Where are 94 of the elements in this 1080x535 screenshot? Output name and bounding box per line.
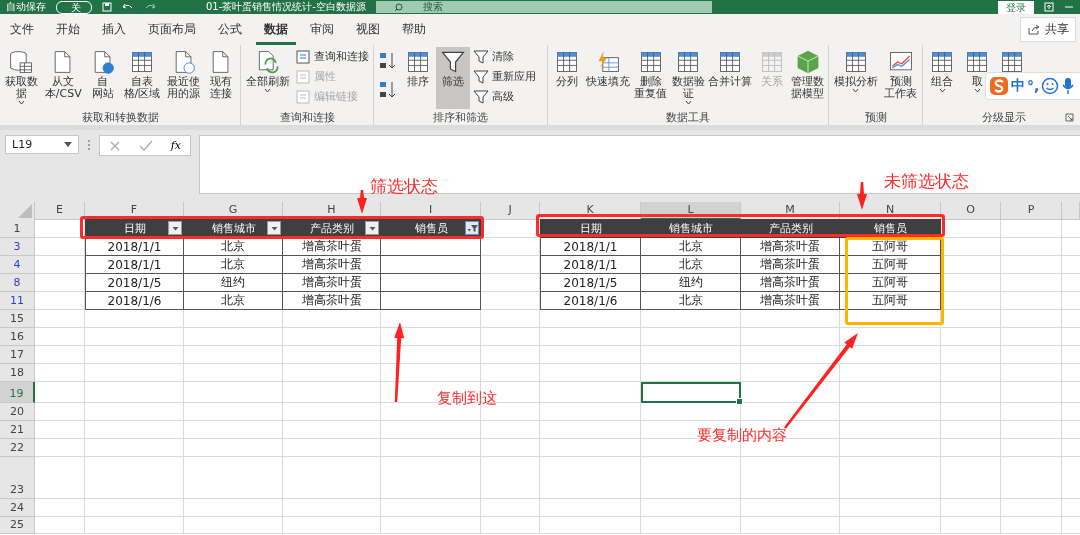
ribbon-command[interactable]: 重新应用 (471, 67, 538, 86)
ribbon-command[interactable]: 清除 (471, 47, 538, 66)
share-button[interactable]: 共享 (1020, 17, 1076, 42)
ribbon-command[interactable]: 预测 工作表 (881, 47, 920, 109)
table-cell: 2018/1/6 (85, 292, 184, 310)
annotation-label: 复制到这 (437, 389, 497, 408)
ribbon-command[interactable]: 最近使 用的源 (164, 47, 203, 109)
ribbon-command[interactable]: 排序 (401, 47, 435, 109)
ribbon-tab[interactable]: 视图 (348, 14, 388, 45)
ribbon-command[interactable]: 合并计算 (707, 47, 754, 109)
ribbon-command[interactable]: 数据验 证 (669, 47, 707, 109)
table-cell: 增高茶叶蛋 (741, 292, 840, 310)
annotation-label: 未筛选状态 (884, 170, 969, 193)
ribbon-command[interactable]: 查询和连接 (293, 47, 371, 66)
row-number[interactable]: 4 (0, 256, 35, 274)
row-number[interactable]: 11 (0, 292, 35, 310)
table-cell: 2018/1/1 (85, 256, 184, 274)
search-field[interactable]: 搜索 (375, 1, 712, 13)
ribbon-command[interactable]: 自表 格/区域 (120, 47, 164, 109)
group-label: 获取和转换数据 (81, 110, 159, 125)
ribbon-tab[interactable]: 页面布局 (140, 14, 204, 45)
table-cell: 北京 (641, 238, 741, 256)
ribbon-command[interactable]: 自 网站 (85, 47, 120, 109)
table-cell: 增高茶叶蛋 (741, 238, 840, 256)
autosave-toggle[interactable]: 关 (56, 0, 92, 14)
ribbon-tab[interactable]: 公式 (210, 14, 250, 45)
ribbon-command[interactable]: 现有 连接 (204, 47, 238, 109)
row-number[interactable]: 3 (0, 238, 35, 256)
row-number[interactable]: 18 (0, 364, 35, 382)
annotation-label: 筛选状态 (370, 175, 438, 198)
group-label: 分级显示 (982, 110, 1026, 125)
ribbon-command[interactable]: 管理数 据模型 (789, 47, 826, 109)
group-label: 数据工具 (666, 110, 710, 125)
table-cell: 五阿哥 (840, 256, 941, 274)
ribbon-command[interactable]: 组合 (925, 47, 959, 109)
ribbon-command[interactable]: 删除 重复值 (632, 47, 669, 109)
row-number[interactable]: 1 (0, 219, 35, 238)
ribbon-command[interactable]: 分列 (550, 47, 584, 109)
table-cell: 纽约 (641, 274, 741, 292)
ribbon-command[interactable]: 高级 (471, 87, 538, 106)
table-cell: 2018/1/1 (540, 256, 641, 274)
ribbon-tab[interactable]: 审阅 (302, 14, 342, 45)
row-number[interactable]: 22 (0, 439, 35, 457)
row-number[interactable]: 20 (0, 403, 35, 421)
row-number[interactable]: 24 (0, 499, 35, 517)
column-letter[interactable]: J (481, 202, 540, 220)
table-cell: 2018/1/1 (540, 238, 641, 256)
group-label: 查询和连接 (279, 110, 335, 125)
table-cell: 增高茶叶蛋 (283, 274, 381, 292)
ribbon-command[interactable]: 全部刷新 (243, 47, 292, 109)
window-title: 01-茶叶蛋销售情况统计-空白数据源 (206, 0, 366, 14)
table-cell: 纽约 (184, 274, 283, 292)
table-cell: 北京 (641, 292, 741, 310)
table-cell: 增高茶叶蛋 (283, 256, 381, 274)
ribbon-command[interactable]: 快速填充 (585, 47, 632, 109)
row-number[interactable]: 23 (0, 457, 35, 499)
ribbon-tab[interactable]: 帮助 (394, 14, 434, 45)
table-cell: 增高茶叶蛋 (283, 292, 381, 310)
annotation-label: 要复制的内容 (697, 426, 787, 445)
row-number[interactable]: 19 (0, 382, 35, 403)
ribbon-command[interactable]: 从文 本/CSV (41, 47, 85, 109)
table-cell: 五阿哥 (840, 274, 941, 292)
row-number[interactable]: 8 (0, 274, 35, 292)
table-cell: 增高茶叶蛋 (741, 274, 840, 292)
row-number[interactable]: 17 (0, 346, 35, 364)
ime-mode[interactable]: 中 (1011, 77, 1025, 95)
login-button[interactable]: 登录 (998, 0, 1034, 14)
table-cell: 北京 (184, 292, 283, 310)
row-number[interactable]: 25 (0, 517, 35, 534)
ribbon-tab[interactable]: 插入 (94, 14, 134, 45)
name-box[interactable]: L19 (5, 135, 79, 154)
table-cell: 北京 (641, 256, 741, 274)
autosave-label: 自动保存 (6, 0, 46, 14)
row-number[interactable]: 15 (0, 310, 35, 328)
insert-function-button[interactable]: fx (170, 139, 182, 152)
table-cell: 增高茶叶蛋 (741, 256, 840, 274)
row-number[interactable]: 21 (0, 421, 35, 439)
table-cell: 2018/1/5 (85, 274, 184, 292)
column-letter[interactable]: E (35, 202, 85, 220)
group-label: 预测 (864, 110, 887, 125)
ribbon-tab[interactable]: 开始 (48, 14, 88, 45)
ribbon-command[interactable]: 模拟分析 (831, 47, 881, 109)
group-label: 排序和筛选 (433, 110, 488, 125)
column-letter[interactable]: P (1001, 202, 1062, 220)
ime-punctuation[interactable]: °, (1027, 78, 1040, 94)
table-cell: 2018/1/6 (540, 292, 641, 310)
row-number[interactable]: 16 (0, 328, 35, 346)
table-cell: 2018/1/5 (540, 274, 641, 292)
column-letter[interactable]: O (941, 202, 1001, 220)
ribbon-command[interactable]: 筛选 (436, 47, 470, 109)
ribbon-tab[interactable]: 文件 (2, 14, 42, 45)
table-cell: 五阿哥 (840, 292, 941, 310)
ribbon-command[interactable]: 获取数 据 (2, 47, 41, 109)
table-cell: 北京 (184, 256, 283, 274)
